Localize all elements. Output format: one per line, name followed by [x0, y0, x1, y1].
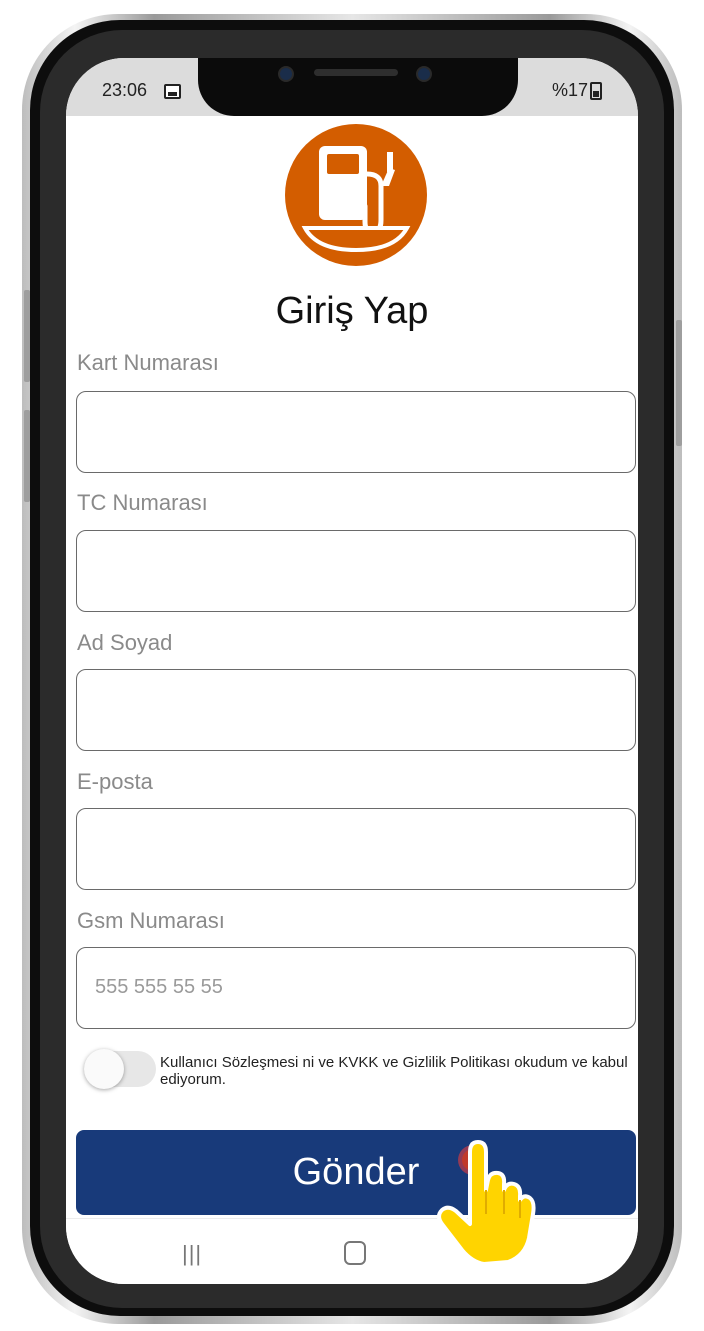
email-label: E-posta: [77, 769, 153, 794]
card-number-input[interactable]: [76, 391, 636, 473]
status-time: 23:06: [102, 80, 148, 100]
home-icon[interactable]: [344, 1241, 366, 1265]
gsm-number-label: Gsm Numarası: [77, 908, 225, 933]
fuel-pump-logo: [285, 124, 427, 266]
phone-screen: 23:06 %17 Giriş Yap Kart Numarası TC Num…: [66, 58, 638, 1284]
battery-icon: [590, 82, 602, 100]
volume-down-button: [24, 410, 30, 502]
power-button: [676, 320, 682, 446]
full-name-label: Ad Soyad: [77, 630, 173, 655]
recent-apps-icon[interactable]: |||: [182, 1241, 202, 1267]
submit-button[interactable]: Gönder: [76, 1130, 636, 1215]
consent-toggle[interactable]: [84, 1049, 156, 1089]
gsm-number-placeholder: 555 555 55 55: [95, 976, 223, 998]
email-input[interactable]: [76, 808, 636, 890]
sensor-icon: [416, 66, 432, 82]
image-notification-icon: [164, 84, 181, 99]
consent-toggle-knob[interactable]: [84, 1049, 124, 1089]
pointing-hand-icon: [437, 1140, 536, 1266]
full-name-input[interactable]: [76, 669, 636, 751]
volume-up-button: [24, 290, 30, 382]
card-number-label: Kart Numarası: [77, 350, 219, 375]
front-camera-icon: [278, 66, 294, 82]
camera-notch: [198, 58, 518, 116]
consent-text: Kullanıcı Sözleşmesi ni ve KVKK ve Gizli…: [160, 1054, 628, 1088]
earpiece-speaker: [314, 69, 398, 76]
gsm-number-input[interactable]: 555 555 55 55: [76, 947, 636, 1029]
tc-number-label: TC Numarası: [77, 490, 208, 515]
system-navigation-bar: ||| ‹: [66, 1218, 638, 1284]
fuel-pump-icon: [301, 146, 411, 253]
tc-number-input[interactable]: [76, 530, 636, 612]
battery-percentage: %17: [551, 80, 588, 100]
page-title: Giriş Yap: [275, 290, 429, 332]
